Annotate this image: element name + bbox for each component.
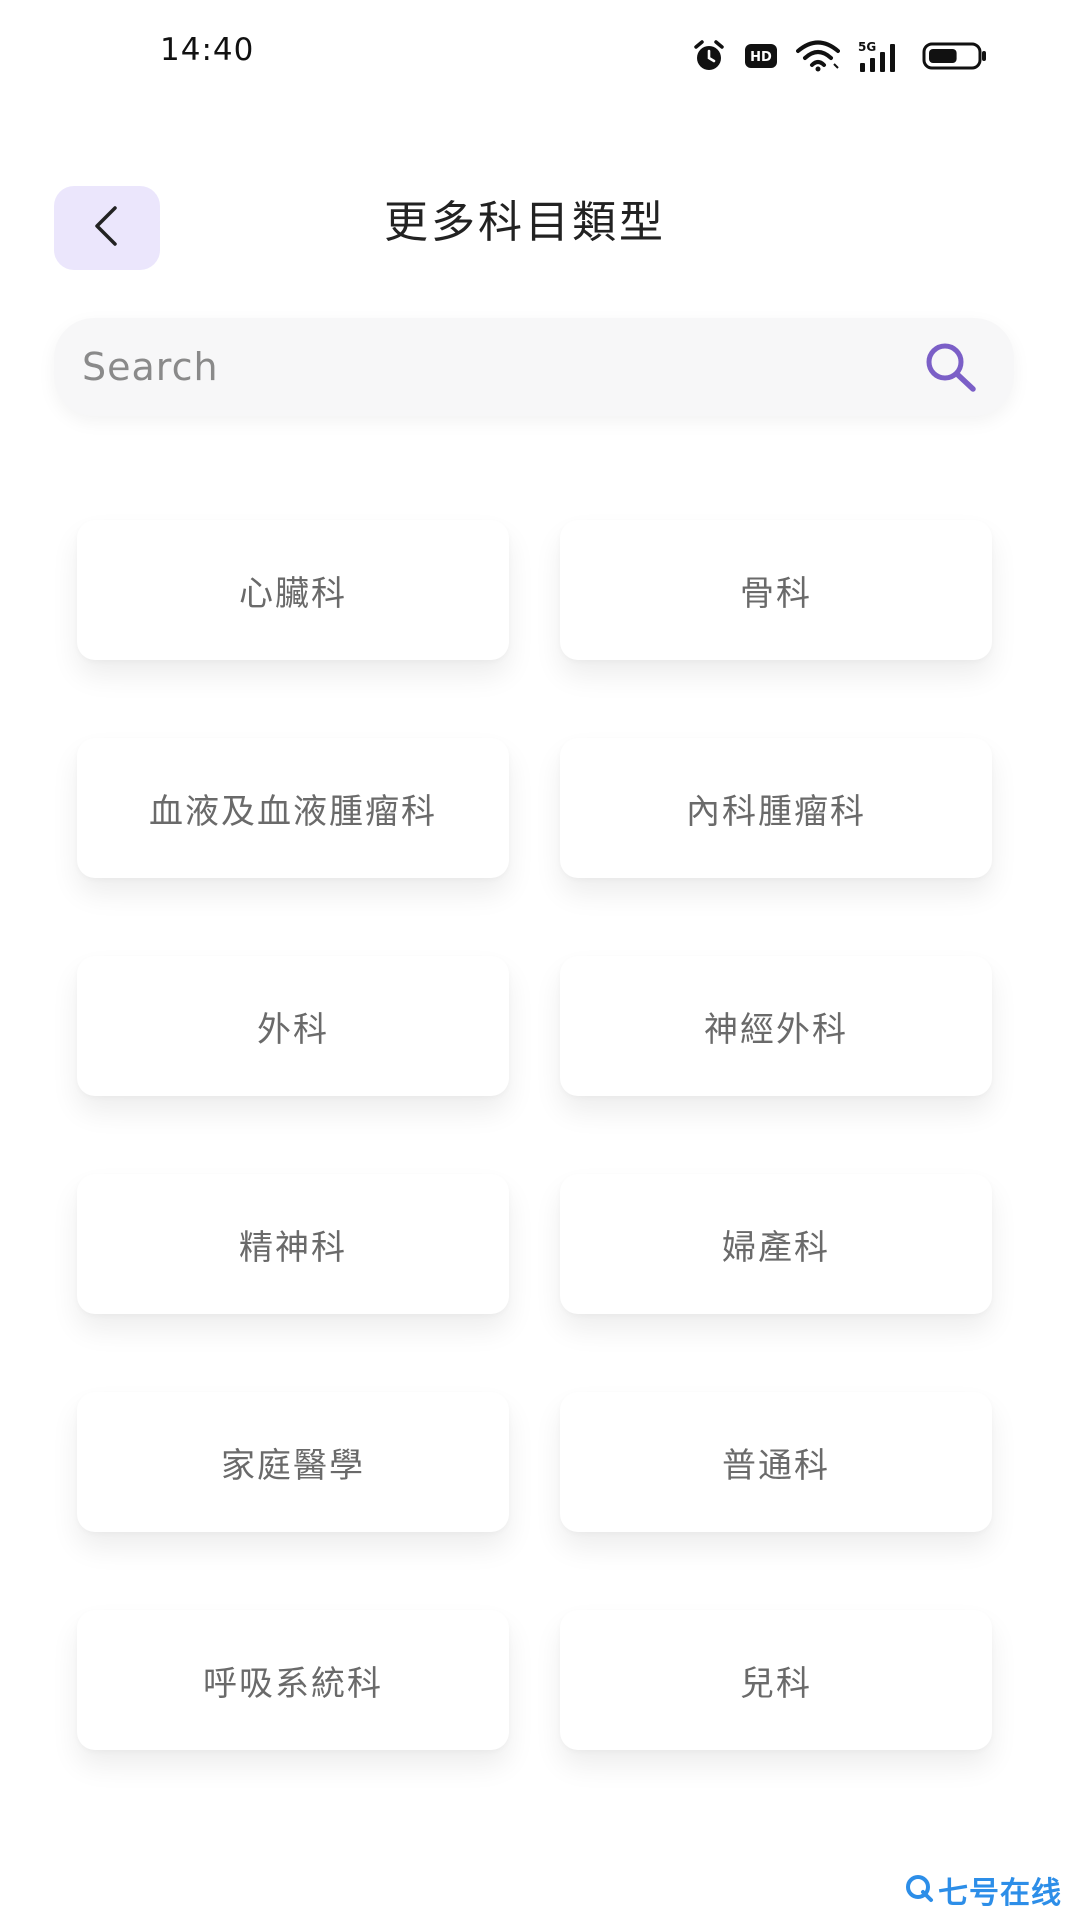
department-label: 骨科 — [740, 573, 812, 614]
department-label: 普通科 — [722, 1445, 830, 1486]
department-label: 呼吸系統科 — [203, 1663, 383, 1704]
battery-fill — [929, 49, 957, 63]
status-bar: 14:40 HD 5G — [0, 0, 1080, 110]
department-label: 家庭醫學 — [221, 1445, 365, 1486]
department-label: 精神科 — [239, 1227, 347, 1268]
network-label: 5G — [858, 40, 876, 54]
department-card-psychiatry[interactable]: 精神科 — [77, 1174, 509, 1314]
search-icon[interactable] — [920, 337, 980, 397]
search-box[interactable] — [54, 318, 1014, 416]
department-card-cardiology[interactable]: 心臟科 — [77, 520, 509, 660]
department-card-orthopedics[interactable]: 骨科 — [560, 520, 992, 660]
watermark-text: 七号在线 — [938, 1876, 1062, 1911]
department-label: 血液及血液腫瘤科 — [149, 791, 437, 832]
department-card-general-practice[interactable]: 普通科 — [560, 1392, 992, 1532]
department-label: 外科 — [257, 1009, 329, 1050]
department-card-obstetrics-gynecology[interactable]: 婦產科 — [560, 1174, 992, 1314]
department-grid: 心臟科 骨科 血液及血液腫瘤科 內科腫瘤科 外科 神經外科 精神科 婦產科 家庭… — [77, 520, 992, 1750]
department-card-respiratory[interactable]: 呼吸系統科 — [77, 1610, 509, 1750]
department-card-medical-oncology[interactable]: 內科腫瘤科 — [560, 738, 992, 878]
department-label: 神經外科 — [704, 1009, 848, 1050]
wifi-icon — [796, 40, 840, 72]
screen: 14:40 HD 5G 更多科目類型 Search 心臟科 骨科 血液及血液腫瘤… — [0, 0, 1080, 1920]
signal-5g-icon: 5G — [858, 39, 904, 73]
department-card-neurosurgery[interactable]: 神經外科 — [560, 956, 992, 1096]
hd-label: HD — [750, 50, 772, 65]
department-card-family-medicine[interactable]: 家庭醫學 — [77, 1392, 509, 1532]
status-time: 14:40 — [160, 32, 255, 68]
alarm-icon — [692, 39, 726, 73]
hd-icon: HD — [744, 43, 778, 69]
department-card-hematology-oncology[interactable]: 血液及血液腫瘤科 — [77, 738, 509, 878]
department-card-surgery[interactable]: 外科 — [77, 956, 509, 1096]
department-label: 心臟科 — [239, 573, 347, 614]
watermark-logo-icon — [904, 1873, 934, 1907]
back-button[interactable] — [54, 186, 160, 270]
page-title: 更多科目類型 — [384, 197, 666, 248]
department-label: 婦產科 — [722, 1227, 830, 1268]
chevron-left-icon — [87, 204, 127, 252]
watermark: 七号在线 — [904, 1868, 1062, 1912]
department-card-pediatrics[interactable]: 兒科 — [560, 1610, 992, 1750]
department-label: 兒科 — [740, 1663, 812, 1704]
search-input[interactable] — [82, 345, 920, 389]
department-label: 內科腫瘤科 — [686, 791, 866, 832]
status-icons: HD 5G — [692, 36, 988, 76]
battery-icon — [922, 41, 988, 71]
